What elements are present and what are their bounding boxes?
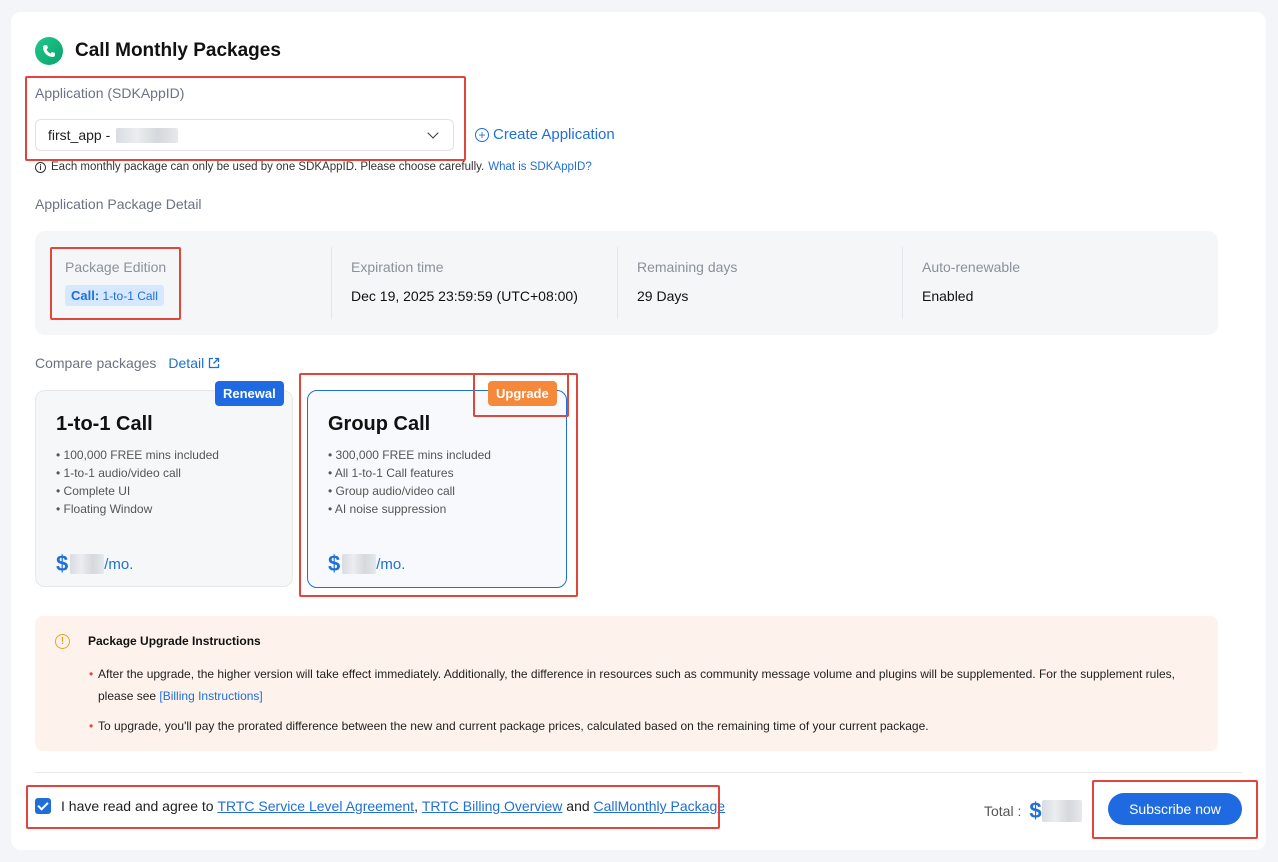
page-title: Call Monthly Packages [75, 40, 281, 61]
auto-label: Auto-renewable [922, 259, 1021, 275]
feature-item: Floating Window [56, 500, 272, 518]
note-text: Each monthly package can only be used by… [51, 161, 485, 173]
header: Call Monthly Packages [35, 37, 281, 65]
feature-list: 100,000 FREE mins included 1-to-1 audio/… [56, 446, 272, 518]
package-name: 1-to-1 Call [56, 413, 153, 435]
redacted-price [70, 554, 105, 574]
package-price: $ /mo. [56, 551, 133, 577]
instructions-title: Package Upgrade Instructions [88, 634, 261, 648]
total-symbol: $ [1029, 798, 1042, 823]
package-detail-panel: Package Edition Call: 1-to-1 Call Expira… [35, 231, 1218, 335]
package-detail-label: Application Package Detail [35, 196, 202, 212]
expiration-label: Expiration time [351, 259, 444, 275]
expiration-time: Expiration time Dec 19, 2025 23:59:59 (U… [331, 247, 578, 319]
compare-label: Compare packages [35, 355, 157, 371]
auto-renewable: Auto-renewable Enabled [902, 247, 1020, 319]
create-application-label: Create Application [493, 126, 615, 143]
detail-link-label: Detail [168, 355, 205, 371]
plus-circle-icon: + [475, 127, 489, 142]
compare-row: Compare packages Detail [35, 355, 220, 371]
what-is-sdkappid-link[interactable]: What is SDKAppID? [488, 161, 592, 173]
create-application-link[interactable]: + Create Application [475, 126, 615, 143]
feature-item: 1-to-1 audio/video call [56, 464, 272, 482]
warning-icon: ! [55, 634, 70, 649]
highlight-upgrade [473, 373, 569, 417]
highlight-agreement [26, 785, 720, 829]
feature-item: Complete UI [56, 482, 272, 500]
total: Total : $ [984, 798, 1082, 824]
expiration-value: Dec 19, 2025 23:59:59 (UTC+08:00) [351, 288, 578, 304]
phone-logo-icon [35, 37, 63, 65]
auto-value: Enabled [922, 288, 974, 304]
redacted-total [1041, 800, 1082, 822]
highlight-application [25, 76, 466, 161]
feature-item: 100,000 FREE mins included [56, 446, 272, 464]
price-symbol: $ [56, 551, 69, 576]
total-label: Total : [984, 803, 1022, 819]
renewal-ribbon: Renewal [215, 381, 284, 406]
divider [35, 772, 1242, 773]
billing-instructions-link[interactable]: [Billing Instructions] [159, 689, 262, 703]
external-link-icon [209, 357, 220, 369]
highlight-subscribe [1092, 780, 1258, 839]
price-suffix: /mo. [104, 555, 134, 573]
detail-link[interactable]: Detail [168, 355, 220, 371]
sdkappid-note: i Each monthly package can only be used … [35, 161, 592, 173]
instruction-item: After the upgrade, the higher version wi… [89, 663, 1178, 707]
info-icon: i [35, 161, 46, 173]
package-card-1to1[interactable]: 1-to-1 Call 100,000 FREE mins included 1… [35, 390, 293, 587]
main-card: Call Monthly Packages Application (SDKAp… [11, 12, 1266, 850]
instruction-item: To upgrade, you'll pay the prorated diff… [89, 715, 1178, 737]
upgrade-instructions: ! Package Upgrade Instructions After the… [35, 616, 1218, 751]
highlight-edition [50, 247, 181, 320]
remaining-days: Remaining days 29 Days [617, 247, 737, 319]
remaining-value: 29 Days [637, 288, 689, 304]
remaining-label: Remaining days [637, 259, 738, 275]
